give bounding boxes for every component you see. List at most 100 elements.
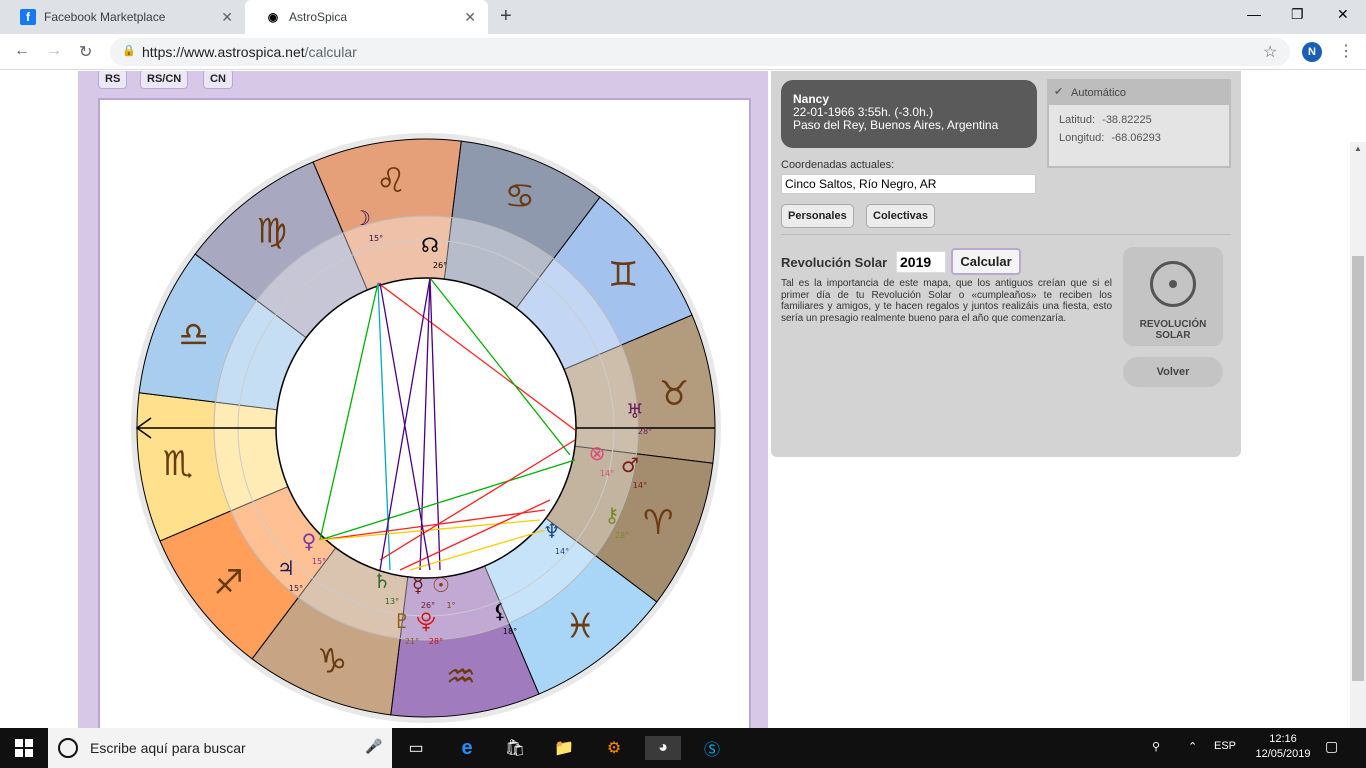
clock[interactable]: 12:16 12/05/2019 bbox=[1250, 732, 1316, 762]
profile-avatar[interactable]: N bbox=[1302, 42, 1322, 62]
planet-degree: 15° bbox=[312, 557, 326, 566]
planet-degree: 28° bbox=[615, 531, 629, 540]
planet-degree: 18° bbox=[503, 627, 517, 636]
close-tab-icon[interactable]: ✕ bbox=[464, 9, 476, 26]
chart-tab-rs[interactable]: RS bbox=[98, 71, 128, 89]
new-tab-button[interactable]: + bbox=[500, 5, 512, 28]
close-tab-icon[interactable]: ✕ bbox=[221, 9, 233, 26]
page-content: RS RS/CN CN ♋ ♊ ♉ ♈ ♓ ♒ ♑ ♐ ♏ ♎ ♍ ♌ ☽ 15° ☊ 26° ♅ 28° ⊗ 14°… bbox=[0, 71, 1366, 728]
zodiac-sign-icon: ♎ bbox=[178, 315, 208, 355]
zodiac-sign-icon: ♈ bbox=[643, 503, 673, 543]
colectivas-button[interactable]: Colectivas bbox=[866, 204, 936, 228]
start-button[interactable] bbox=[0, 728, 48, 768]
store-icon[interactable]: 🛍 bbox=[503, 736, 527, 760]
planet-degree: 21° bbox=[405, 637, 419, 646]
close-window-button[interactable]: ✕ bbox=[1337, 6, 1349, 23]
people-icon[interactable]: ⚲ bbox=[1152, 740, 1160, 753]
forward-button[interactable]: → bbox=[46, 42, 62, 60]
tab-title: AstroSpica bbox=[289, 10, 348, 24]
zodiac-sign-icon: ♑ bbox=[317, 641, 347, 681]
address-bar[interactable]: 🔒 https://www.astrospica.net/calcular bbox=[110, 38, 1290, 66]
microphone-icon[interactable]: 🎤 bbox=[365, 738, 382, 755]
planet-degree: 26° bbox=[433, 261, 447, 270]
windows-logo-icon bbox=[15, 739, 33, 757]
planet-glyph: ♀ bbox=[302, 529, 317, 553]
zodiac-sign-icon: ♌ bbox=[376, 161, 406, 201]
chart-tab-cn[interactable]: CN bbox=[203, 71, 233, 89]
planet-degree: 13° bbox=[385, 597, 399, 606]
year-input[interactable]: 2019 bbox=[896, 251, 946, 273]
volver-button[interactable]: Volver bbox=[1123, 357, 1223, 387]
task-view-icon[interactable]: ▭ bbox=[404, 736, 428, 760]
planet-glyph: ♇ bbox=[393, 609, 411, 633]
url-host: https://www.astrospica.net bbox=[142, 44, 305, 60]
checkbox-icon[interactable]: ✔ bbox=[1054, 85, 1063, 98]
profile-card: Nancy 22-01-1966 3:55h. (-3.0h.) Paso de… bbox=[781, 80, 1037, 148]
tab-astrospica[interactable]: ◉ AstroSpica ✕ bbox=[245, 0, 488, 34]
info-panel: Nancy 22-01-1966 3:55h. (-3.0h.) Paso de… bbox=[771, 71, 1241, 457]
planet-glyph: ⊗ bbox=[589, 441, 606, 465]
facebook-icon: f bbox=[20, 9, 36, 25]
zodiac-sign-icon: ♋ bbox=[505, 177, 535, 217]
chart-tab-rscn[interactable]: RS/CN bbox=[140, 71, 189, 89]
chrome-icon[interactable]: ◕ bbox=[645, 736, 681, 760]
tray-chevron-icon[interactable]: ⌃ bbox=[1188, 740, 1197, 753]
tab-title: Facebook Marketplace bbox=[44, 10, 166, 24]
language-indicator[interactable]: ESP bbox=[1214, 740, 1236, 752]
planet-glyph: ♆ bbox=[543, 519, 561, 543]
app-icon[interactable]: ⚙ bbox=[602, 736, 626, 760]
auto-checkbox-row[interactable]: ✔ Automático bbox=[1049, 81, 1229, 105]
scrollbar[interactable]: ▲ ▼ bbox=[1350, 142, 1366, 728]
file-explorer-icon[interactable]: 📁 bbox=[552, 736, 576, 760]
clock-time: 12:16 bbox=[1269, 733, 1297, 745]
tab-facebook-marketplace[interactable]: f Facebook Marketplace ✕ bbox=[0, 0, 245, 34]
windows-taskbar: Escribe aquí para buscar 🎤 ▭ e 🛍 📁 ⚙ ◕ Ⓢ… bbox=[0, 728, 1366, 768]
eye-icon: ◉ bbox=[267, 10, 279, 24]
planet-degree: 15° bbox=[289, 584, 303, 593]
zodiac-sign-icon: ♐ bbox=[213, 563, 243, 603]
lock-icon: 🔒 bbox=[122, 45, 136, 57]
calcular-button[interactable]: Calcular bbox=[951, 248, 1021, 275]
latitude-row: Latitud: -38.82225 bbox=[1059, 114, 1152, 126]
auto-coordinates-box: ✔ Automático Latitud: -38.82225 Longitud… bbox=[1047, 79, 1231, 168]
planet-glyph: ⚸ bbox=[493, 599, 508, 623]
planet-glyph: ♅ bbox=[626, 399, 644, 423]
scroll-thumb[interactable] bbox=[1352, 256, 1364, 681]
notifications-icon[interactable]: ▢ bbox=[1325, 738, 1338, 755]
taskbar-search[interactable]: Escribe aquí para buscar 🎤 bbox=[48, 728, 392, 768]
bookmark-star-icon[interactable]: ☆ bbox=[1263, 42, 1277, 62]
planet-glyph: ☿ bbox=[412, 573, 424, 597]
menu-kebab-icon[interactable]: ⋮ bbox=[1338, 41, 1354, 61]
profile-name: Nancy bbox=[793, 92, 830, 106]
planet-glyph: ⚷ bbox=[605, 503, 620, 527]
zodiac-sign-icon: ♓ bbox=[565, 606, 595, 646]
zodiac-sign-icon: ♉ bbox=[659, 374, 689, 414]
planet-degree: 1° bbox=[446, 601, 455, 610]
planet-degree: 28° bbox=[429, 637, 443, 646]
personales-button[interactable]: Personales bbox=[781, 204, 854, 228]
chart-panel: RS RS/CN CN ♋ ♊ ♉ ♈ ♓ ♒ ♑ ♐ ♏ ♎ ♍ ♌ ☽ 15° ☊ 26° ♅ 28° ⊗ 14°… bbox=[78, 71, 768, 728]
planet-glyph: ☊ bbox=[421, 233, 439, 257]
back-button[interactable]: ← bbox=[14, 42, 30, 60]
coords-input[interactable]: Cinco Saltos, Río Negro, AR bbox=[781, 174, 1036, 194]
divider bbox=[781, 234, 1231, 235]
minimize-button[interactable]: — bbox=[1247, 6, 1261, 22]
planet-degree: 14° bbox=[600, 469, 614, 478]
scroll-up-icon[interactable]: ▲ bbox=[1354, 144, 1362, 153]
zodiac-sign-icon: ♒ bbox=[446, 657, 476, 697]
longitude-value: -68.06293 bbox=[1111, 132, 1161, 144]
revolucion-description: Tal es la importancia de este mapa, que … bbox=[781, 278, 1112, 324]
planet-degree: 15° bbox=[369, 234, 383, 243]
maximize-button[interactable]: ❐ bbox=[1291, 6, 1304, 23]
revolucion-solar-button[interactable]: REVOLUCIÓN SOLAR bbox=[1123, 247, 1223, 346]
revolucion-label: Revolución Solar bbox=[781, 255, 888, 270]
skype-icon[interactable]: Ⓢ bbox=[700, 736, 724, 760]
edge-icon[interactable]: e bbox=[455, 736, 479, 760]
planet-glyph: ☉ bbox=[432, 573, 450, 597]
url-path: /calcular bbox=[304, 44, 357, 60]
reload-button[interactable]: ↻ bbox=[79, 42, 92, 62]
longitude-row: Longitud: -68.06293 bbox=[1059, 132, 1161, 144]
planet-glyph: ☽ bbox=[353, 206, 371, 230]
latitude-value: -38.82225 bbox=[1102, 114, 1152, 126]
planet-degree: 14° bbox=[633, 481, 647, 490]
